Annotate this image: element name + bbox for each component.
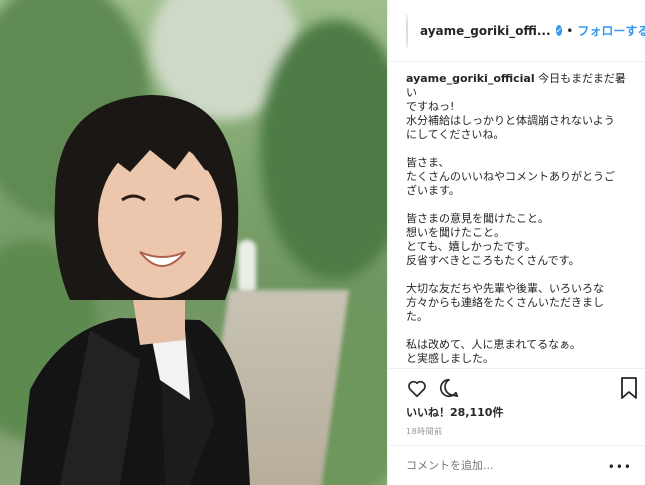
- caption-line: たくさんのいいねやコメントありがとうご: [406, 170, 615, 183]
- save-button[interactable]: [620, 377, 638, 403]
- bookmark-icon: [621, 377, 637, 399]
- caption-first-line: ayame_goriki_official 今日もまだまだ暑い: [406, 72, 636, 100]
- post-caption: ayame_goriki_official 今日もまだまだ暑い ですねっ! 水分補給…: [406, 72, 636, 366]
- header-username[interactable]: ayame_goriki_offi...: [420, 24, 551, 38]
- caption-line: ざいます。: [406, 184, 460, 197]
- heart-icon: [408, 380, 426, 398]
- follow-button[interactable]: フォローする: [577, 22, 645, 39]
- comment-button[interactable]: [438, 377, 460, 403]
- like-button[interactable]: [406, 377, 428, 403]
- caption-line: 想いを聞けたこと。: [406, 226, 505, 239]
- caption-spacer: [406, 268, 636, 282]
- post-timestamp: 18時間前: [406, 427, 443, 436]
- person-figure: [20, 95, 250, 485]
- caption-spacer: [406, 142, 636, 156]
- separator-dot: •: [566, 23, 574, 38]
- caption-line: にしてくださいね。: [406, 128, 505, 141]
- comment-bar: •••: [388, 445, 645, 485]
- comment-icon: [439, 378, 459, 398]
- caption-line: 反省すべきところもたくさんです。: [406, 254, 580, 267]
- caption-line: と実感しました。: [406, 352, 494, 365]
- more-options-icon[interactable]: •••: [608, 460, 632, 474]
- caption-line: とても、嬉しかったです。: [406, 240, 536, 253]
- caption-line: 大切な友だちや先輩や後輩、いろいろな: [406, 282, 604, 295]
- caption-line: ですねっ!: [406, 100, 455, 113]
- caption-line: 方々からも連絡をたくさんいただきまし: [406, 296, 604, 309]
- avatar[interactable]: [406, 13, 408, 48]
- caption-username[interactable]: ayame_goriki_official: [406, 72, 535, 85]
- caption-line: 私は改めて、人に恵まれてるなぁ。: [406, 338, 581, 351]
- caption-spacer: [406, 198, 636, 212]
- caption-line: 皆さま、: [406, 156, 450, 169]
- comment-input[interactable]: [406, 459, 596, 472]
- caption-line: 水分補給はしっかりと体調崩されないよう: [406, 114, 615, 127]
- caption-line: 皆さまの意見を聞けたこと。: [406, 212, 549, 225]
- caption-line: た。: [406, 310, 428, 323]
- post-photo[interactable]: [0, 0, 387, 485]
- post-panel: ayame_goriki_offi... ✓ • フォローする ayame_go…: [387, 0, 645, 485]
- like-count[interactable]: いいね！28,110件: [406, 404, 503, 420]
- verified-badge-icon: ✓: [555, 25, 563, 36]
- post-header: ayame_goriki_offi... ✓ • フォローする: [388, 0, 645, 62]
- caption-spacer: [406, 324, 636, 338]
